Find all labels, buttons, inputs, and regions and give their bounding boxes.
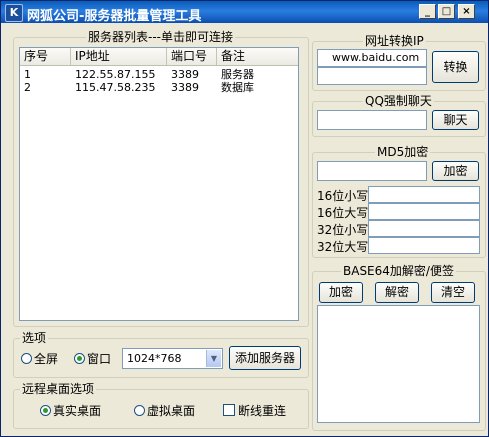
server-list-title: 服务器列表---单击即可连接 (86, 30, 235, 44)
url-convert-title: 网址转换IP (363, 34, 426, 48)
close-button[interactable]: × (458, 4, 475, 19)
chat-button[interactable]: 聊天 (432, 110, 479, 130)
md5-16-upper-field[interactable] (368, 203, 480, 220)
md5-32-upper-field[interactable] (368, 237, 480, 254)
base64-title: BASE64加解密/便签 (341, 264, 456, 278)
table-row[interactable]: 1 122.55.87.155 3389 服务器 (20, 68, 298, 81)
row-note: 数据库 (221, 81, 254, 94)
qq-number-input[interactable] (317, 110, 427, 130)
url-input[interactable]: www.baidu.com (317, 49, 427, 67)
app-icon: K (5, 4, 23, 22)
title-bar[interactable]: K 网狐公司-服务器批量管理工具 _ □ × (1, 1, 488, 24)
ip-output-field[interactable] (317, 67, 427, 85)
row-note: 服务器 (221, 68, 254, 81)
column-header-index[interactable]: 序号 (20, 48, 71, 65)
add-server-button[interactable]: 添加服务器 (229, 346, 301, 370)
window-label[interactable]: 窗口 (87, 352, 111, 366)
row-port: 3389 (171, 68, 199, 81)
url-value: www.baidu.com (332, 51, 420, 64)
md5-16-lower-field[interactable] (368, 186, 480, 203)
window-title: 网狐公司-服务器批量管理工具 (27, 9, 202, 24)
virtual-desktop-radio[interactable] (134, 405, 145, 416)
row-ip: 115.47.58.235 (75, 81, 156, 94)
convert-button[interactable]: 转换 (432, 51, 479, 83)
fullscreen-radio[interactable] (21, 353, 32, 364)
md5-32-lower-label: 32位小写 (317, 223, 369, 237)
base64-decrypt-button[interactable]: 解密 (375, 282, 419, 303)
resolution-select[interactable]: 1024*768 ▼ (122, 348, 223, 369)
row-index: 2 (24, 81, 31, 94)
md5-32-lower-field[interactable] (368, 220, 480, 237)
md5-encrypt-button[interactable]: 加密 (432, 161, 479, 181)
base64-encrypt-button[interactable]: 加密 (319, 282, 363, 303)
options-title: 选项 (20, 331, 49, 345)
md5-title: MD5加密 (375, 145, 431, 159)
md5-16-upper-label: 16位大写 (317, 206, 369, 220)
maximize-button[interactable]: □ (438, 4, 455, 19)
server-list[interactable]: 序号 IP地址 端口号 备注 1 122.55.87.155 3389 服务器 … (19, 47, 299, 321)
chevron-down-icon[interactable]: ▼ (206, 350, 221, 367)
reconnect-label[interactable]: 断线重连 (238, 404, 286, 418)
resolution-value: 1024*768 (127, 352, 182, 365)
real-desktop-label[interactable]: 真实桌面 (53, 404, 101, 418)
base64-clear-button[interactable]: 清空 (431, 282, 475, 303)
md5-input[interactable] (317, 161, 427, 181)
list-header: 序号 IP地址 端口号 备注 (20, 48, 298, 66)
reconnect-checkbox[interactable] (223, 404, 235, 416)
row-port: 3389 (171, 81, 199, 94)
virtual-desktop-label[interactable]: 虚拟桌面 (147, 404, 195, 418)
real-desktop-radio[interactable] (40, 405, 51, 416)
fullscreen-label[interactable]: 全屏 (34, 352, 58, 366)
md5-32-upper-label: 32位大写 (317, 240, 369, 254)
column-header-ip[interactable]: IP地址 (71, 48, 167, 65)
main-window: K 网狐公司-服务器批量管理工具 _ □ × 服务器列表---单击即可连接 序号… (0, 0, 489, 437)
md5-16-lower-label: 16位小写 (317, 189, 369, 203)
base64-textarea[interactable] (317, 305, 480, 423)
remote-desktop-title: 远程桌面选项 (20, 382, 97, 396)
table-row[interactable]: 2 115.47.58.235 3389 数据库 (20, 81, 298, 94)
row-ip: 122.55.87.155 (75, 68, 156, 81)
qq-chat-title: QQ强制聊天 (363, 94, 434, 108)
column-header-note[interactable]: 备注 (217, 48, 298, 65)
row-index: 1 (24, 68, 31, 81)
minimize-button[interactable]: _ (419, 4, 436, 19)
window-radio[interactable] (74, 353, 85, 364)
column-header-port[interactable]: 端口号 (167, 48, 217, 65)
